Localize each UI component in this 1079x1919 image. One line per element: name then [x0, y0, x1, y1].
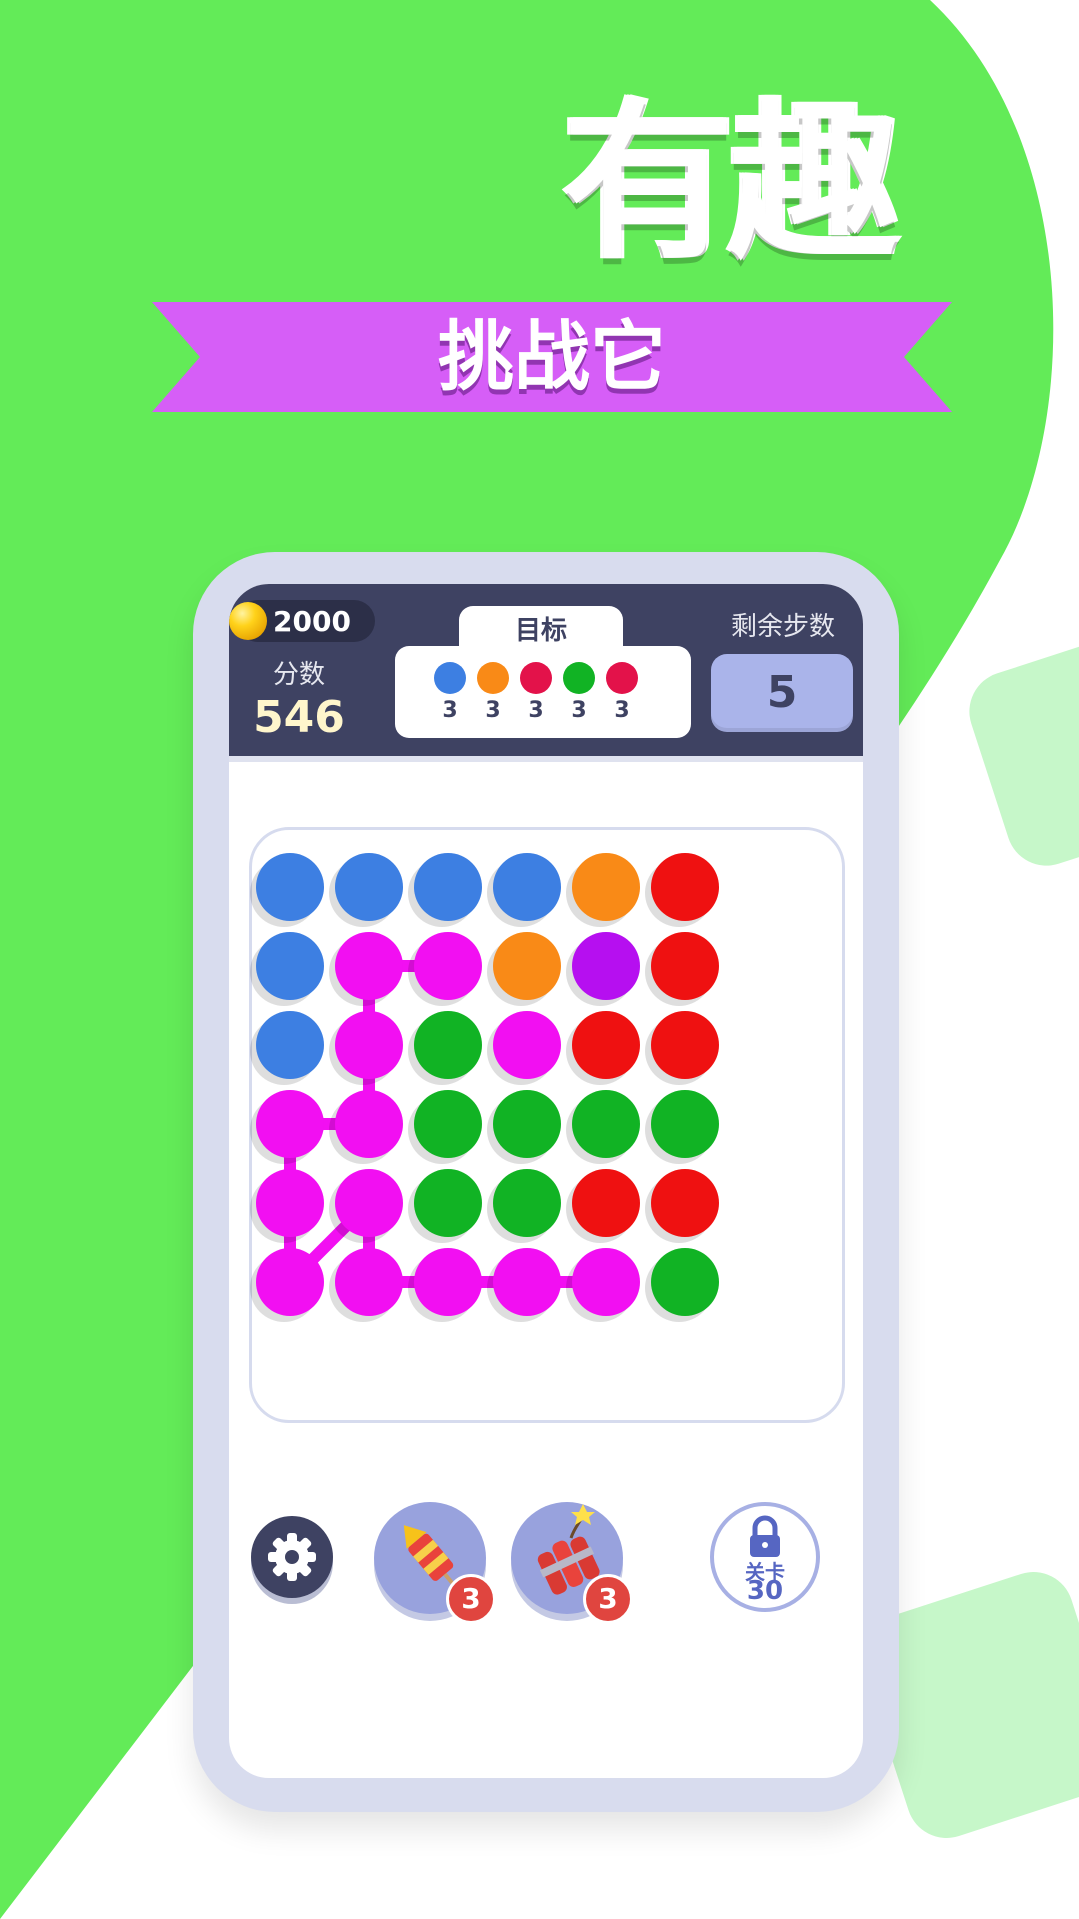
dot-green[interactable] [572, 1090, 640, 1158]
dot-green[interactable] [651, 1090, 719, 1158]
dot-magenta[interactable] [493, 1011, 561, 1079]
deco-square-right [969, 634, 1079, 866]
gear-icon [268, 1533, 316, 1581]
dot-green[interactable] [414, 1011, 482, 1079]
locked-level-button[interactable]: 关卡 30 [710, 1502, 820, 1612]
dot-magenta[interactable] [414, 932, 482, 1000]
dot-blue[interactable] [414, 853, 482, 921]
dot-green[interactable] [414, 1090, 482, 1158]
dot-blue[interactable] [256, 853, 324, 921]
dot-magenta[interactable] [335, 932, 403, 1000]
rocket-powerup-button[interactable]: 3 [374, 1502, 496, 1624]
dot-purple[interactable] [572, 932, 640, 1000]
headline: 有趣 [562, 82, 900, 283]
dot-blue[interactable] [493, 853, 561, 921]
dot-blue[interactable] [256, 1011, 324, 1079]
dot-magenta[interactable] [335, 1248, 403, 1316]
ribbon-text: 挑战它 [438, 312, 666, 401]
dot-green[interactable] [414, 1169, 482, 1237]
phone-frame: 2000 分数 546 目标 3 3 3 3 3 剩余步数 5 3 3 关卡 3… [193, 552, 899, 1812]
dot-magenta[interactable] [335, 1011, 403, 1079]
dot-magenta[interactable] [414, 1248, 482, 1316]
dot-magenta[interactable] [335, 1169, 403, 1237]
dot-red[interactable] [572, 1011, 640, 1079]
dynamite-powerup-button[interactable]: 3 [511, 1502, 633, 1624]
dot-magenta[interactable] [493, 1248, 561, 1316]
dot-red[interactable] [651, 1169, 719, 1237]
dot-magenta[interactable] [256, 1248, 324, 1316]
dot-magenta[interactable] [256, 1090, 324, 1158]
dot-blue[interactable] [335, 853, 403, 921]
dynamite-count-badge: 3 [583, 1574, 633, 1624]
dot-orange[interactable] [493, 932, 561, 1000]
dot-magenta[interactable] [256, 1169, 324, 1237]
dot-orange[interactable] [572, 853, 640, 921]
dot-blue[interactable] [256, 932, 324, 1000]
dot-red[interactable] [572, 1169, 640, 1237]
dot-green[interactable] [493, 1090, 561, 1158]
settings-button[interactable] [251, 1516, 333, 1598]
dot-red[interactable] [651, 932, 719, 1000]
dot-green[interactable] [493, 1169, 561, 1237]
dot-green[interactable] [651, 1248, 719, 1316]
rocket-count-badge: 3 [446, 1574, 496, 1624]
dot-red[interactable] [651, 1011, 719, 1079]
lock-level-number: 30 [746, 1576, 784, 1606]
dot-magenta[interactable] [335, 1090, 403, 1158]
dot-red[interactable] [651, 853, 719, 921]
game-screen: 2000 分数 546 目标 3 3 3 3 3 剩余步数 5 3 3 关卡 3… [229, 584, 863, 1778]
dot-magenta[interactable] [572, 1248, 640, 1316]
